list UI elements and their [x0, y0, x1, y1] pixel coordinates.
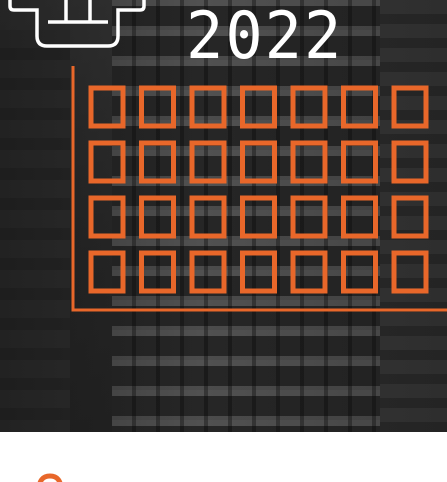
calendar-day-cell: [139, 85, 176, 129]
cover-photo: 2022: [0, 0, 447, 432]
calendar-day-cell: [189, 250, 227, 294]
calendar-day-cell: [341, 195, 378, 239]
calendar-day-cell: [341, 140, 378, 184]
calendar-day-cell: [290, 85, 328, 129]
calendar-day-cell: [189, 140, 227, 184]
calendar-day-cell: [290, 140, 328, 184]
calendar-day-cell: [341, 250, 378, 294]
calendar-day-cell: [139, 140, 176, 184]
calendar-day-cell: [88, 250, 126, 294]
calendar-day-cells: [88, 85, 429, 294]
calendar-day-cell: [290, 250, 328, 294]
calendar-day-cell: [189, 85, 227, 129]
calendar-day-cell: [341, 85, 378, 129]
calendar-day-cell: [139, 250, 176, 294]
calendar-grid: [71, 66, 447, 312]
calendar-day-cell: [391, 140, 429, 184]
calendar-day-cell: [139, 195, 176, 239]
calendar-day-cell: [88, 140, 126, 184]
calendar-day-cell: [391, 85, 429, 129]
calendar-day-cell: [240, 85, 277, 129]
footer: [0, 432, 447, 482]
calendar-day-cell: [391, 250, 429, 294]
calendar-day-cell: [189, 195, 227, 239]
orange-arc-logo-icon: [37, 473, 63, 482]
calendar-day-cell: [88, 85, 126, 129]
calendar-day-cell: [240, 195, 277, 239]
calendar-day-cell: [240, 250, 277, 294]
calendar-day-cell: [391, 195, 429, 239]
calendar-day-cell: [290, 195, 328, 239]
calendar-day-cell: [88, 195, 126, 239]
calendar-day-cell: [240, 140, 277, 184]
